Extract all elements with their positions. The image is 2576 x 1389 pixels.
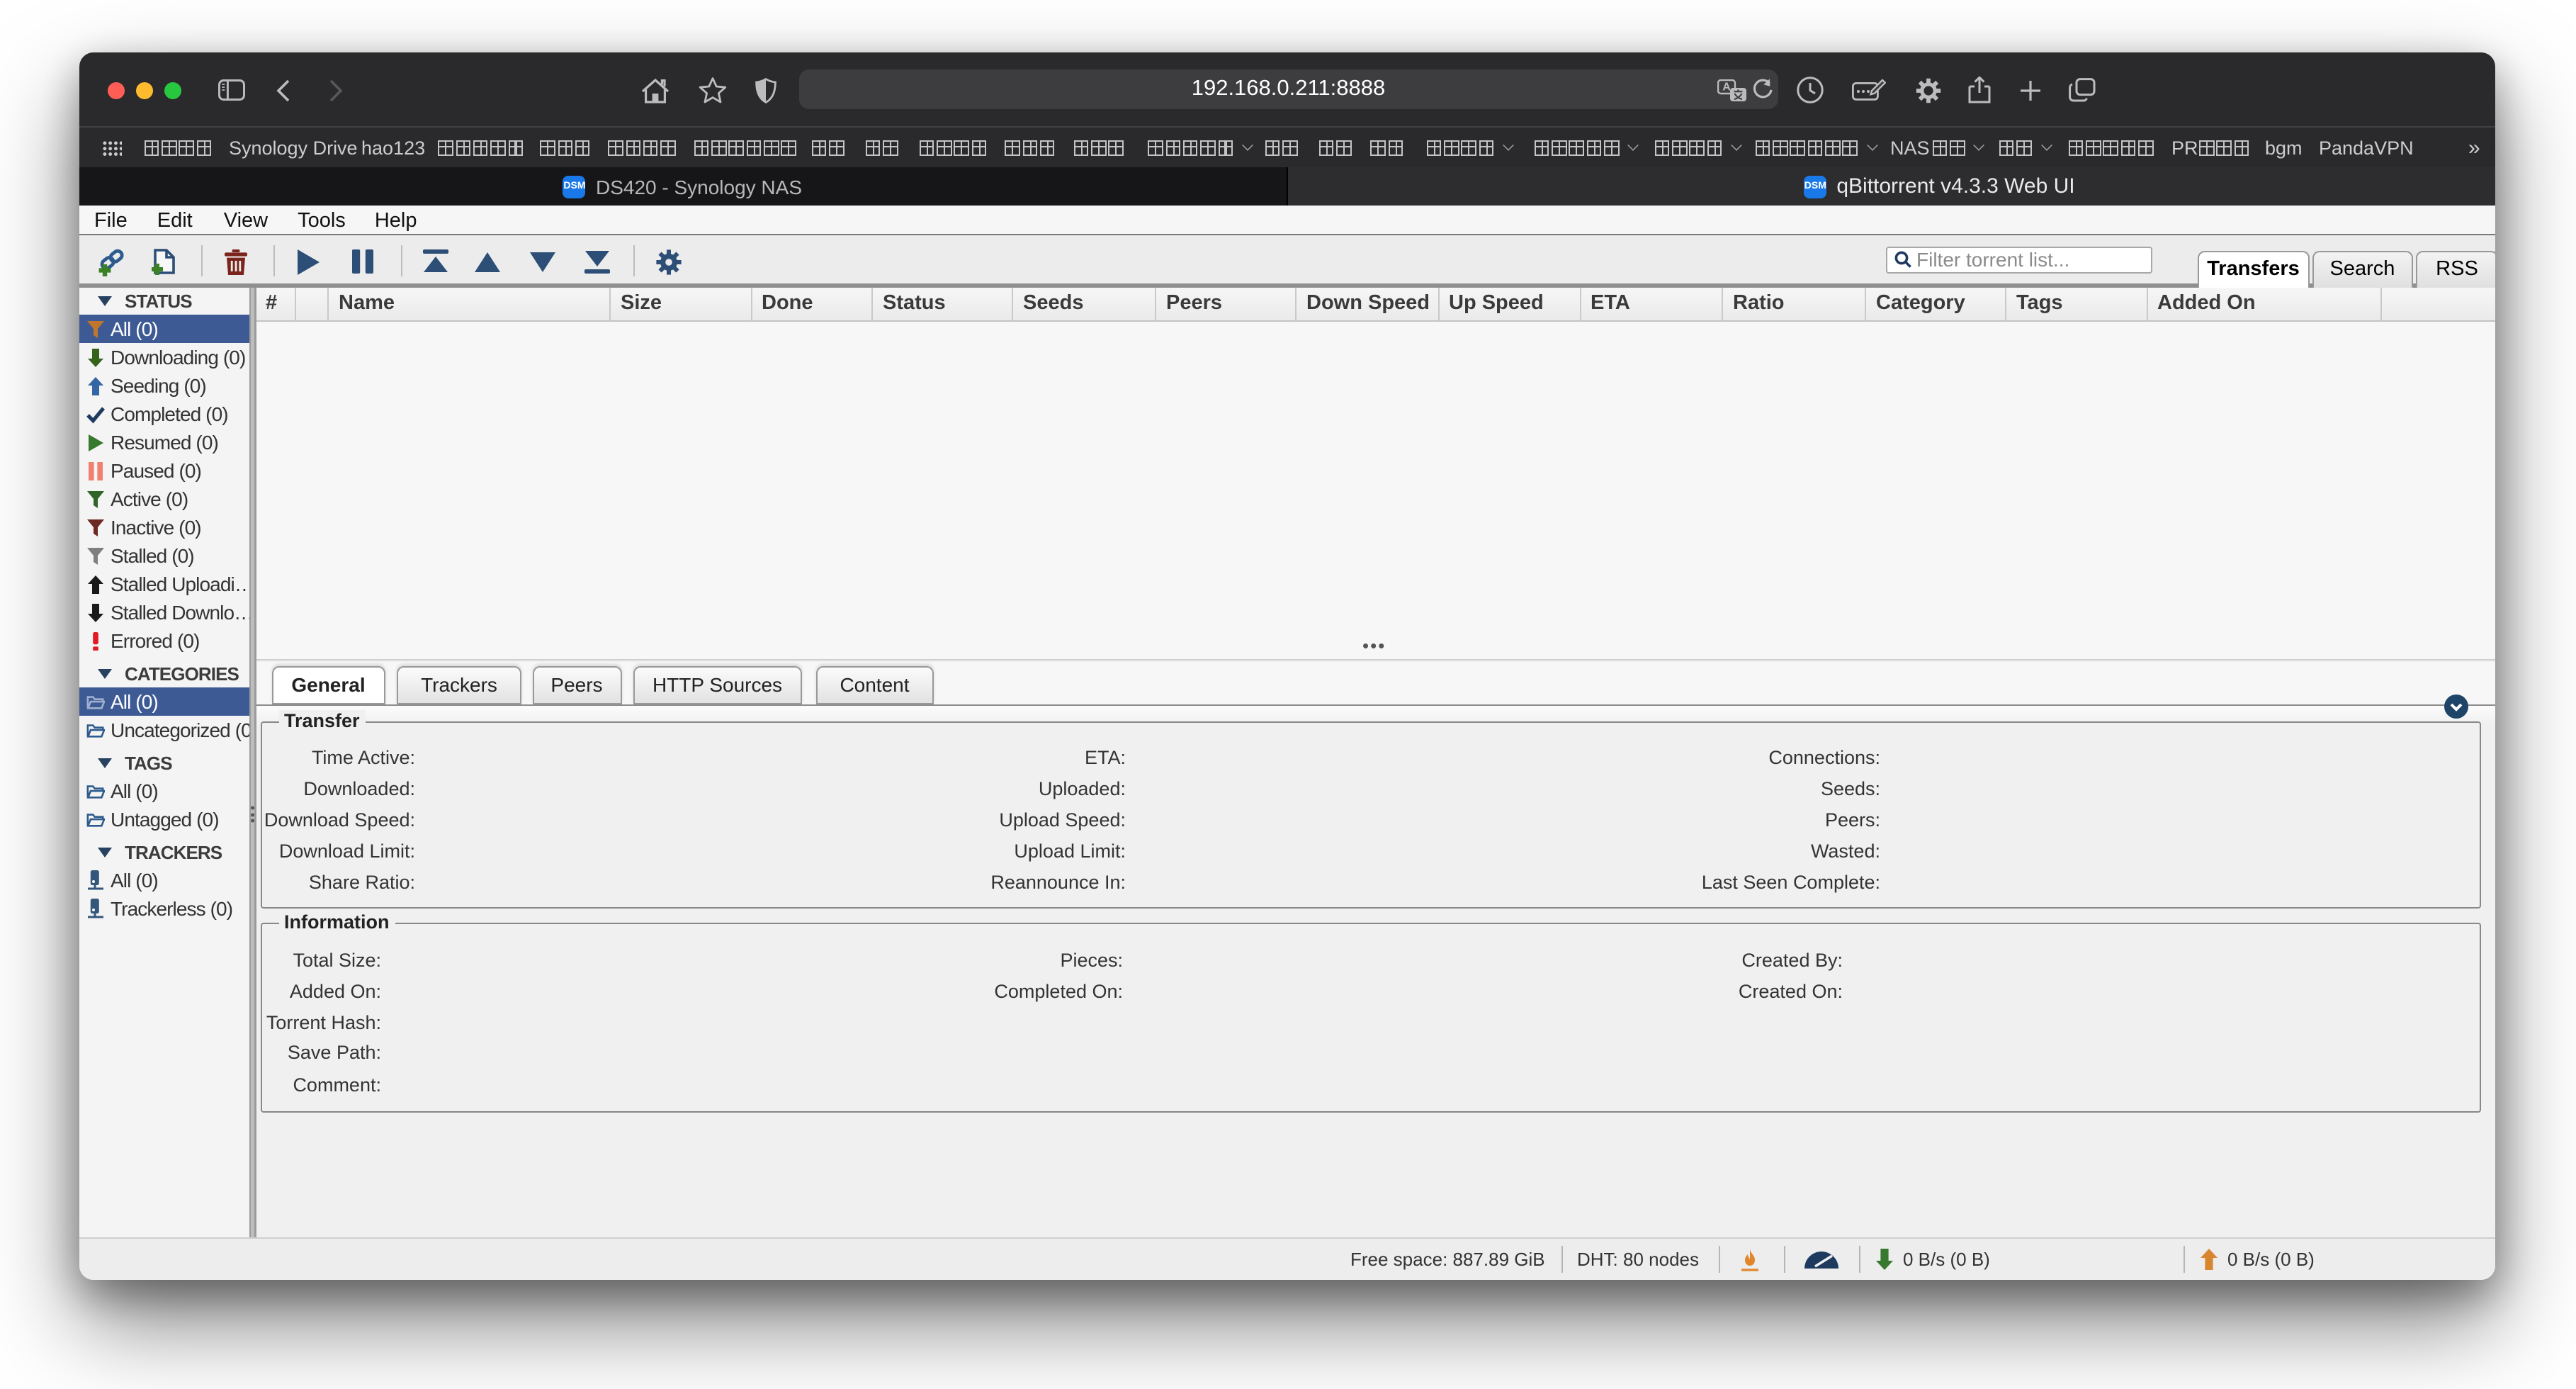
svg-text:A: A <box>1722 81 1730 93</box>
